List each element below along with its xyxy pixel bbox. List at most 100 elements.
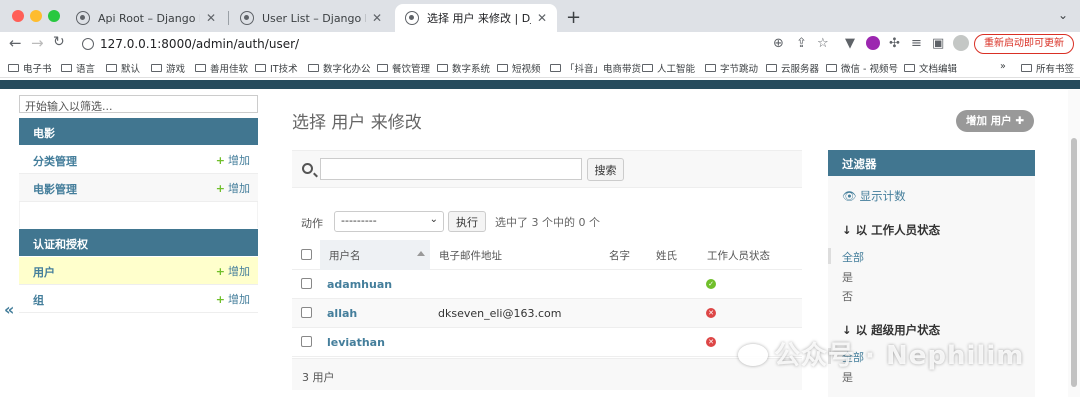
bookmark-folder[interactable]: 数字系统: [437, 61, 490, 75]
chevron-down-icon[interactable]: ⌄: [1058, 8, 1068, 22]
tab-user-list[interactable]: User List – Django REST frame ✕: [230, 4, 392, 32]
username-link[interactable]: allah: [327, 307, 357, 320]
close-tab-icon[interactable]: ✕: [372, 11, 382, 25]
bookmark-folder[interactable]: 善用佳软: [195, 61, 248, 75]
add-link[interactable]: + 增加: [216, 152, 250, 168]
reload-icon[interactable]: ↻: [53, 34, 65, 50]
show-counts-link[interactable]: 👁 显示计数: [842, 188, 906, 204]
column-header-staff-status[interactable]: 工作人员状态: [707, 248, 770, 263]
bookmark-folder[interactable]: 游戏: [151, 61, 185, 75]
column-header-last-name[interactable]: 姓氏: [656, 248, 677, 263]
folder-icon: [61, 64, 72, 72]
add-link[interactable]: + 增加: [216, 291, 250, 307]
tab-api-root[interactable]: Api Root – Django REST frame ✕: [66, 4, 226, 32]
bookmark-folder[interactable]: 人工智能: [642, 61, 695, 75]
sidebar-item-category[interactable]: 分类管理 + 增加: [19, 146, 258, 174]
extension-avatar-icon[interactable]: [866, 36, 880, 50]
row-checkbox[interactable]: [301, 307, 312, 318]
media-icon[interactable]: ≡: [911, 36, 922, 51]
puzzle-icon[interactable]: ✣: [889, 36, 900, 51]
sidebar-filter-input[interactable]: 开始输入以筛选...: [19, 95, 258, 113]
filter-option-yes[interactable]: 是: [842, 269, 853, 285]
close-tab-icon[interactable]: ✕: [206, 11, 216, 25]
bookmark-folder[interactable]: 「抖音」电商带货: [550, 61, 641, 75]
filter-title-staff: ↓ 以 工作人员状态: [842, 222, 940, 238]
add-link[interactable]: + 增加: [216, 180, 250, 196]
extension-v-icon[interactable]: ▼: [845, 36, 855, 51]
bookmark-folder[interactable]: 语言: [61, 61, 95, 75]
bookmark-folder[interactable]: 字节跳动: [705, 61, 758, 75]
sidebar-item-movie[interactable]: 电影管理 + 增加: [19, 174, 258, 202]
folder-icon: [308, 64, 319, 72]
folder-icon: [826, 64, 837, 72]
restart-update-button[interactable]: 重新启动即可更新: [974, 34, 1074, 54]
filter-option-all[interactable]: 全部: [842, 249, 864, 265]
run-action-button[interactable]: 执行: [448, 211, 486, 232]
add-link[interactable]: + 增加: [216, 263, 250, 279]
bookmark-label: 默认: [121, 64, 141, 75]
bookmark-folder[interactable]: 数字化办公: [308, 61, 371, 75]
new-tab-icon[interactable]: +: [566, 7, 581, 28]
username-link[interactable]: adamhuan: [327, 278, 392, 291]
add-user-button[interactable]: 增加 用户 ✚: [956, 110, 1035, 132]
all-bookmarks-folder[interactable]: 所有书签: [1021, 61, 1074, 75]
maximize-window-button[interactable]: [48, 10, 60, 22]
bookmark-folder[interactable]: IT技术: [255, 61, 298, 75]
column-header-username[interactable]: 用户名: [329, 248, 361, 263]
sidebar-item-groups[interactable]: 组 + 增加: [19, 285, 258, 313]
back-arrow-icon[interactable]: ←: [9, 34, 22, 52]
search-button[interactable]: 搜索: [587, 158, 624, 181]
bookmark-folder[interactable]: 餐饮管理: [377, 61, 430, 75]
module-header-movies[interactable]: 电影: [19, 118, 258, 145]
more-bookmarks-button[interactable]: »: [1000, 61, 1006, 72]
close-window-button[interactable]: [12, 10, 24, 22]
module-header-auth[interactable]: 认证和授权: [19, 229, 258, 256]
username-link[interactable]: leviathan: [327, 336, 385, 349]
plus-icon: +: [215, 265, 225, 278]
paginator: 3 用户: [292, 358, 802, 390]
column-header-email[interactable]: 电子邮件地址: [439, 248, 502, 263]
select-all-checkbox[interactable]: [301, 249, 312, 260]
table-header: 用户名 电子邮件地址 名字 姓氏 工作人员状态: [292, 240, 802, 270]
minimize-window-button[interactable]: [30, 10, 42, 22]
address-bar[interactable]: 127.0.0.1:8000/admin/auth/user/: [100, 37, 299, 51]
search-input[interactable]: [320, 158, 582, 180]
tab-admin-user-change[interactable]: 选择 用户 来修改 | Django 站点管 ✕: [395, 4, 557, 32]
bookmark-folder[interactable]: 文档编辑: [904, 61, 957, 75]
share-icon[interactable]: ⇪: [796, 36, 807, 51]
sidebar-item-label[interactable]: 组: [33, 292, 44, 308]
folder-icon: [377, 64, 388, 72]
folder-icon: [106, 64, 117, 72]
sort-ascending-icon[interactable]: [417, 251, 425, 256]
zoom-icon[interactable]: ⊕: [773, 36, 784, 51]
bookmark-label: 电子书: [23, 64, 52, 75]
folder-icon: [437, 64, 448, 72]
bookmark-folder[interactable]: 云服务器: [766, 61, 819, 75]
sidebar-item-label[interactable]: 分类管理: [33, 153, 77, 169]
bookmark-label: IT技术: [270, 64, 298, 75]
filter-option-no[interactable]: 否: [842, 288, 853, 304]
bookmark-folder[interactable]: 短视频: [497, 61, 541, 75]
profile-avatar[interactable]: [953, 35, 969, 51]
bookmark-folder[interactable]: 微信 - 视频号: [826, 61, 898, 75]
bookmark-label: 云服务器: [781, 64, 820, 75]
folder-icon: [8, 64, 19, 72]
column-header-first-name[interactable]: 名字: [609, 248, 630, 263]
star-icon[interactable]: ☆: [817, 36, 829, 51]
sidepanel-icon[interactable]: ▣: [932, 36, 944, 51]
action-select[interactable]: --------- ⌄: [334, 211, 444, 232]
close-tab-icon[interactable]: ✕: [537, 11, 547, 25]
page-scrollbar[interactable]: [1068, 90, 1080, 397]
sidebar-item-label[interactable]: 电影管理: [33, 181, 77, 197]
sidebar-item-label[interactable]: 用户: [33, 264, 55, 280]
bookmark-folder[interactable]: 电子书: [8, 61, 52, 75]
sidebar-item-users[interactable]: 用户 + 增加: [19, 257, 258, 285]
row-checkbox[interactable]: [301, 336, 312, 347]
scrollbar-thumb[interactable]: [1071, 138, 1077, 387]
row-checkbox[interactable]: [301, 278, 312, 289]
bookmark-label: 短视频: [512, 64, 541, 75]
forward-arrow-icon[interactable]: →: [31, 34, 44, 52]
bookmark-folder[interactable]: 默认: [106, 61, 140, 75]
site-info-icon[interactable]: [82, 38, 94, 50]
collapse-sidebar-icon[interactable]: «: [4, 300, 14, 319]
